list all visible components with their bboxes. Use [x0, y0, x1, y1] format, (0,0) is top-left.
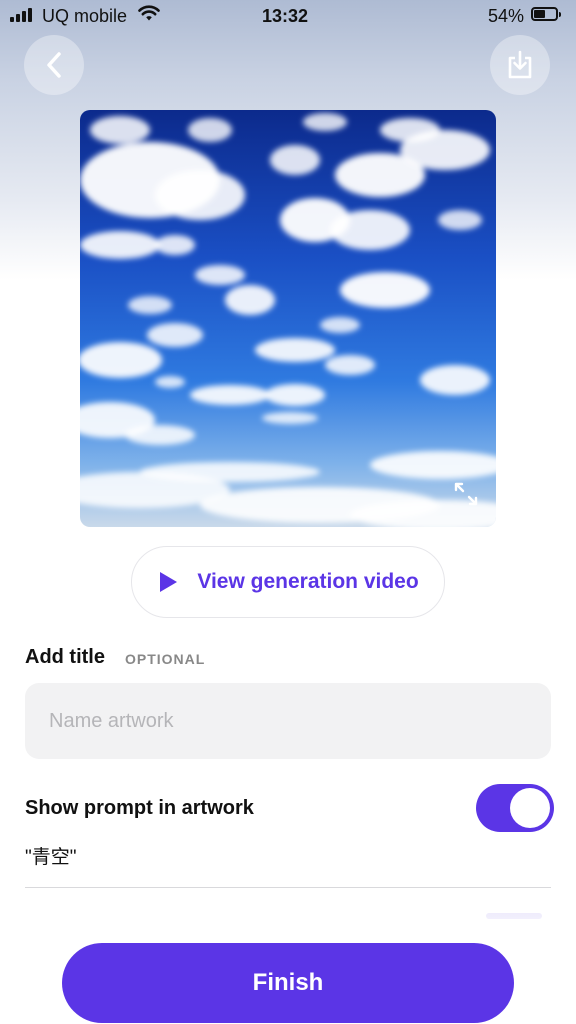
view-generation-video-label: View generation video [197, 570, 419, 593]
expand-icon[interactable] [452, 480, 480, 513]
chevron-left-icon [47, 52, 61, 78]
sky-clouds-image [80, 110, 496, 527]
finish-button[interactable]: Finish [62, 943, 514, 1023]
download-tray-icon [508, 50, 532, 79]
show-prompt-toggle[interactable] [476, 784, 554, 832]
battery-percent: 54% [488, 6, 525, 26]
toggle-knob [510, 788, 550, 828]
show-prompt-label: Show prompt in artwork [25, 797, 254, 819]
clock: 13:32 [262, 6, 309, 26]
carrier-name: UQ mobile [42, 6, 128, 26]
battery-icon [531, 7, 561, 21]
view-generation-video-button[interactable]: View generation video [131, 546, 445, 618]
add-title-label: Add title [25, 646, 105, 668]
battery-level [534, 10, 545, 18]
prompt-text: "青空" [25, 847, 77, 868]
artwork-finish-screen: UQ mobile 13:32 54% View generation vide… [0, 0, 576, 1024]
signal-strength-icon [10, 8, 32, 22]
status-bar: UQ mobile 13:32 54% [0, 0, 576, 34]
artwork-name-input[interactable] [25, 683, 551, 759]
wifi-icon [138, 5, 160, 27]
back-button[interactable] [24, 35, 84, 95]
artwork-image[interactable] [80, 110, 496, 527]
play-icon [160, 572, 178, 592]
divider [25, 887, 551, 888]
download-button[interactable] [490, 35, 550, 95]
optional-badge: OPTIONAL [125, 651, 206, 667]
